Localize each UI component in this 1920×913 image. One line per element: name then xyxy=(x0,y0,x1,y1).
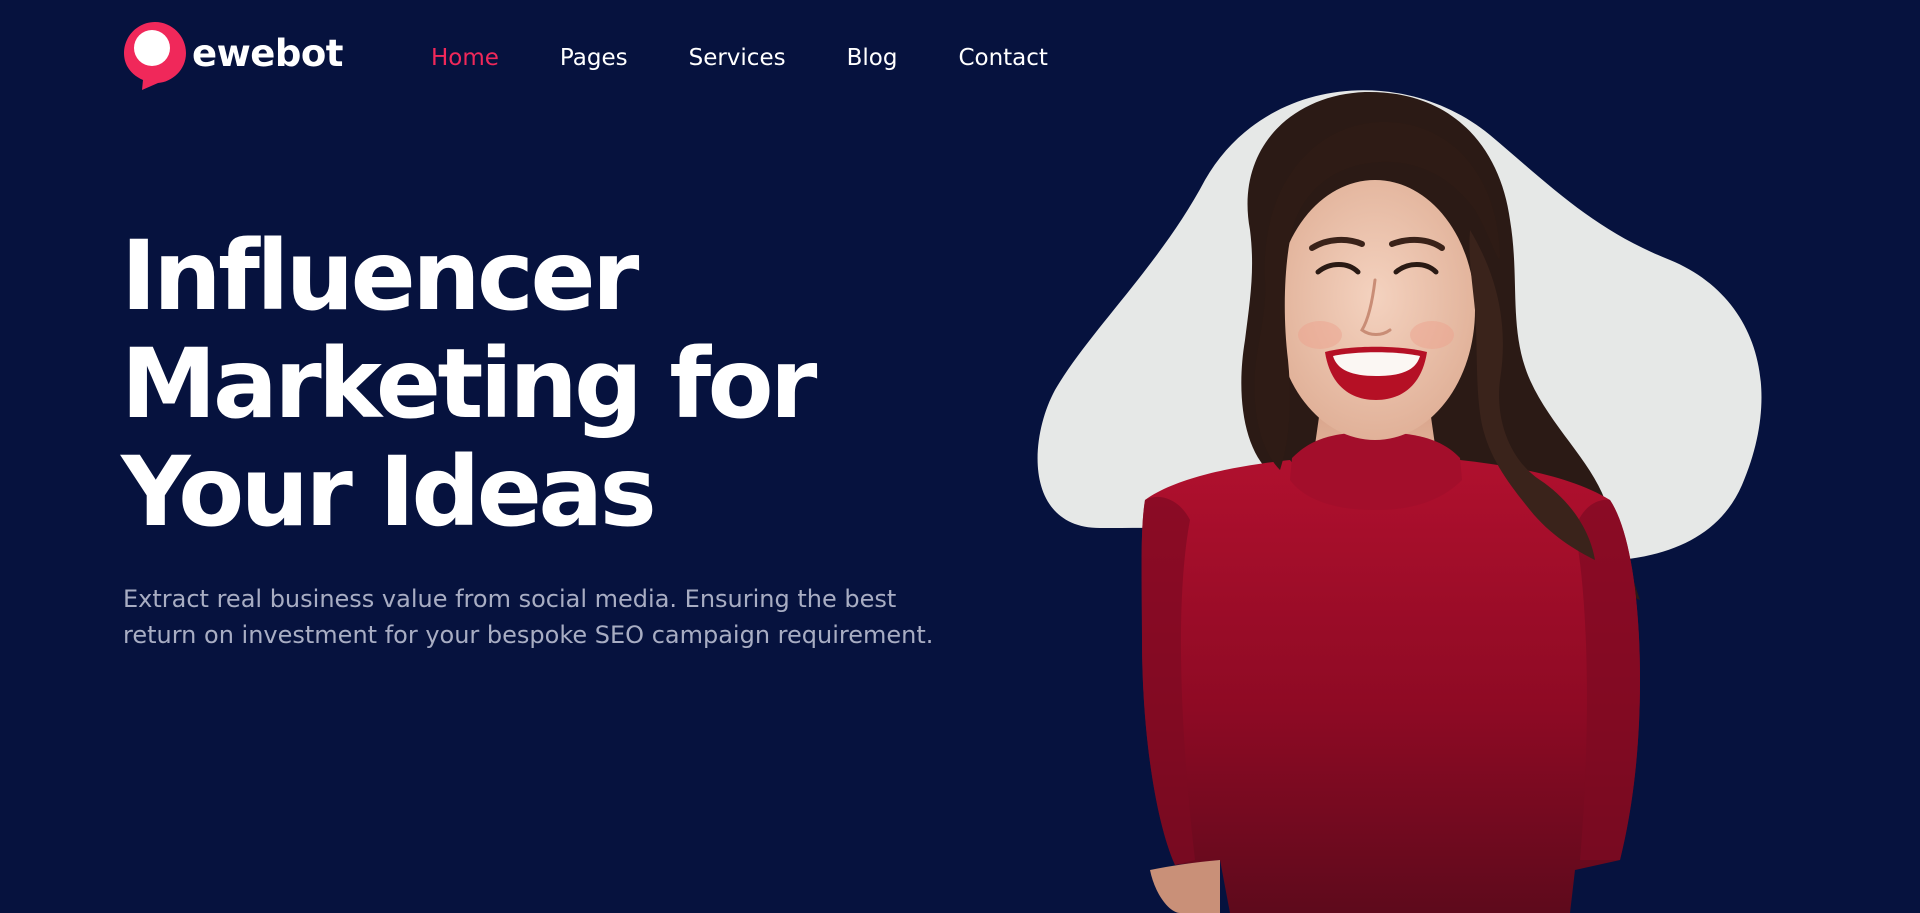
hero-title-line-3: Your Ideas xyxy=(121,436,657,548)
nav-item-pages[interactable]: Pages xyxy=(560,43,628,73)
nav-item-contact[interactable]: Contact xyxy=(958,43,1047,73)
main-nav: Home Pages Services Blog Contact xyxy=(431,43,1109,73)
smiling-woman-in-red-top-photo xyxy=(1037,90,1762,913)
nav-item-home[interactable]: Home xyxy=(431,43,499,73)
cheek-left xyxy=(1298,321,1342,349)
hero-subtitle: Extract real business value from social … xyxy=(123,585,934,649)
cheek-right xyxy=(1410,321,1454,349)
face xyxy=(1275,180,1475,440)
nav-item-services[interactable]: Services xyxy=(689,43,786,73)
hero-title-line-1: Influencer xyxy=(121,220,639,332)
brand-logo[interactable]: ewebot xyxy=(122,20,343,92)
hero-image xyxy=(1030,80,1820,913)
left-hand xyxy=(1150,860,1220,913)
brand-name: ewebot xyxy=(192,31,343,75)
hero-title-line-2: Marketing for xyxy=(121,328,817,440)
nav-item-blog[interactable]: Blog xyxy=(847,43,898,73)
hero-title: Influencer Marketing for Your Ideas xyxy=(121,222,921,546)
speech-bubble-icon xyxy=(124,22,186,90)
landing-page: ewebot Home Pages Services Blog Contact … xyxy=(0,0,1920,913)
